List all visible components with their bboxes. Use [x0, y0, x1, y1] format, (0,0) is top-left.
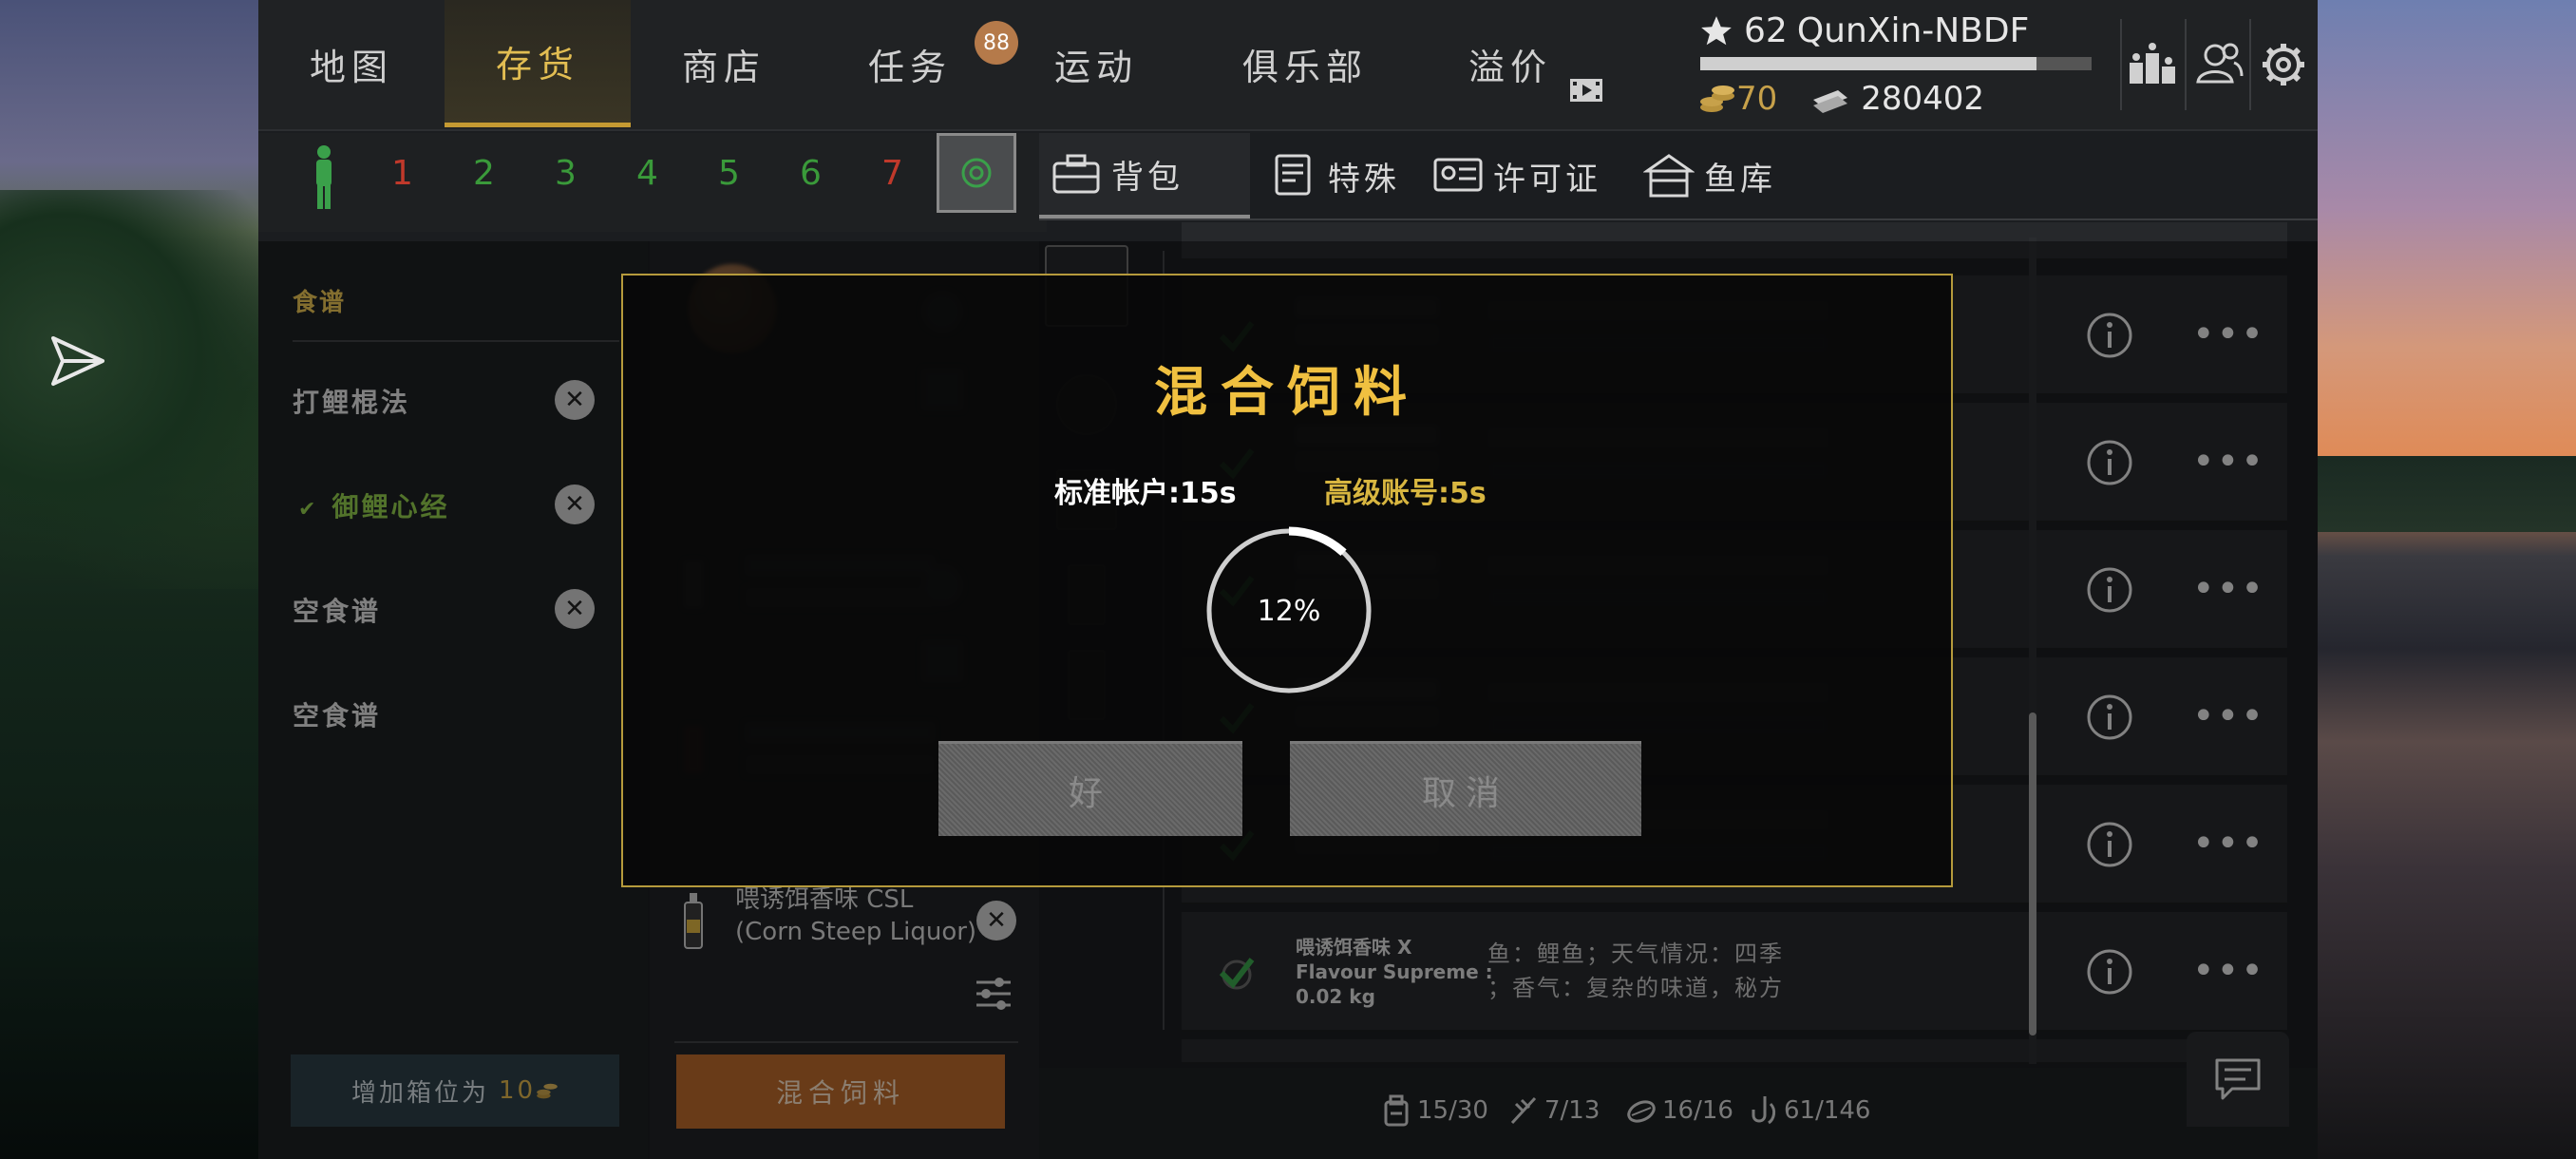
gold-coins-icon [1700, 86, 1734, 112]
tab-fish-storage-label: 鱼库 [1704, 160, 1776, 199]
background-scenery-right [2318, 0, 2576, 1159]
divider [2120, 19, 2122, 110]
cancel-button[interactable]: 取消 [1290, 741, 1641, 836]
premium-account-time: 高级账号:5s [1324, 477, 1487, 510]
feed-mix-slot[interactable] [937, 133, 1016, 213]
special-icon [1275, 154, 1311, 196]
xp-progress-bar [1700, 57, 2092, 70]
tab-special[interactable]: 特殊 [1267, 133, 1400, 218]
top-navigation: 地图 存货 商店 任务 88 运动 俱乐部 溢价 62 QunXin-NBDF [258, 0, 2318, 131]
fish-storage-icon [1643, 154, 1695, 198]
star-icon [1701, 15, 1732, 45]
divider [2249, 19, 2251, 110]
silver-amount: 280402 [1861, 80, 1985, 118]
divider [2185, 19, 2187, 110]
tab-fish-storage[interactable]: 鱼库 [1643, 133, 1776, 218]
leaderboard-icon[interactable] [2126, 34, 2179, 91]
share-icon[interactable] [47, 331, 108, 391]
tab-quests[interactable]: 任务 [817, 0, 1003, 127]
character-icon[interactable] [312, 144, 336, 211]
silver-bills-icon [1813, 90, 1848, 113]
progress-percent: 12% [1257, 594, 1321, 628]
tab-sports[interactable]: 运动 [1003, 0, 1189, 127]
gold-amount: 70 [1736, 80, 1778, 118]
rod-slot-5[interactable]: 5 [718, 154, 740, 193]
tab-backpack[interactable]: 背包 [1039, 133, 1250, 218]
tab-premium[interactable]: 溢价 [1417, 0, 1603, 127]
license-icon [1433, 158, 1483, 192]
rod-slot-bar: 1 2 3 4 5 6 7 [258, 133, 1047, 232]
tab-special-label: 特殊 [1328, 160, 1400, 199]
inventory-subtabs: 背包 特殊 许可证 鱼库 [1039, 133, 2318, 220]
tab-inventory[interactable]: 存货 [445, 0, 631, 127]
gear-icon[interactable] [2257, 34, 2310, 91]
tab-license[interactable]: 许可证 [1432, 133, 1601, 218]
rod-slot-3[interactable]: 3 [555, 154, 577, 193]
mix-feed-dialog: 混合饲料 标准帐户:15s 高级账号:5s 12% 好 取消 [621, 274, 1953, 887]
backpack-icon [1052, 154, 1100, 194]
rod-slot-6[interactable]: 6 [800, 154, 822, 193]
player-level: 62 [1744, 11, 1788, 50]
tab-shop[interactable]: 商店 [631, 0, 817, 127]
tab-backpack-label: 背包 [1111, 158, 1184, 197]
video-icon [1570, 79, 1602, 102]
ok-button[interactable]: 好 [938, 741, 1242, 836]
currency-row: 70 280402 [1698, 80, 1984, 118]
rod-slot-4[interactable]: 4 [636, 154, 658, 193]
friends-icon[interactable] [2192, 34, 2245, 91]
standard-account-time: 标准帐户:15s [1054, 477, 1237, 510]
tab-map[interactable]: 地图 [258, 0, 445, 127]
background-scenery-left [0, 0, 258, 1159]
tab-license-label: 许可证 [1493, 160, 1601, 199]
player-name: QunXin-NBDF [1796, 11, 2030, 50]
rod-slot-7[interactable]: 7 [881, 154, 903, 193]
dialog-title: 混合饲料 [1154, 362, 1420, 424]
feed-ball-icon [961, 158, 992, 188]
progress-ring: 12% [1201, 522, 1377, 699]
rod-slot-1[interactable]: 1 [391, 154, 413, 193]
tab-club[interactable]: 俱乐部 [1212, 0, 1398, 127]
rod-slot-2[interactable]: 2 [473, 154, 495, 193]
